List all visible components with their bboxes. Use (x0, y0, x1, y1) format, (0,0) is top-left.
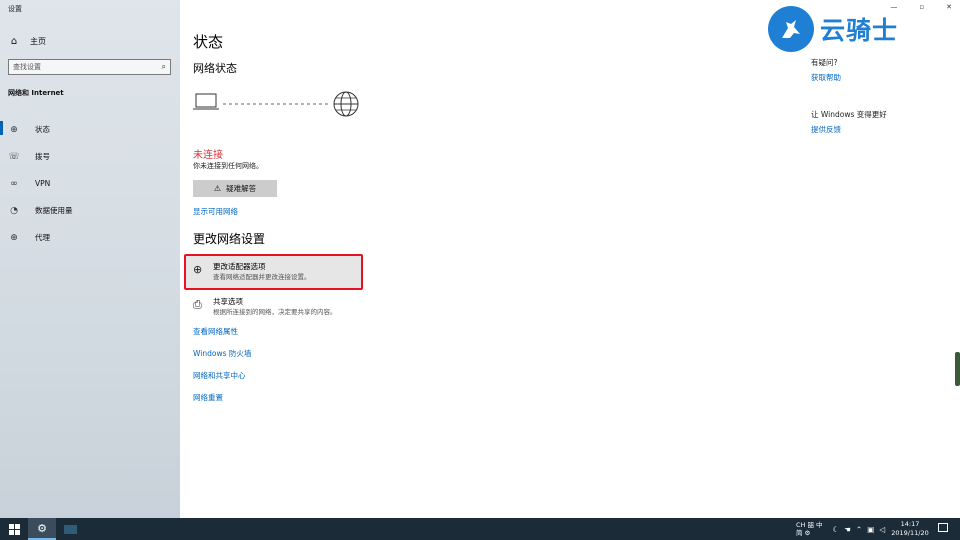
sidebar-item-proxy[interactable]: ⊕ 代理 (0, 224, 180, 251)
moon-icon[interactable]: ☾ (832, 525, 839, 534)
ime-cn: 中 (815, 521, 823, 529)
hand-icon[interactable]: ☚ (844, 525, 851, 534)
watermark-text: 云骑士 (820, 16, 899, 45)
ime-settings-icon: ⚙ (804, 529, 811, 537)
globe-icon (333, 91, 359, 117)
knight-logo-icon (768, 6, 814, 52)
home-label: 主页 (30, 36, 46, 46)
sharing-center-link[interactable]: 网络和共享中心 (193, 370, 246, 381)
ime-simplified: 简 (796, 529, 803, 537)
data-usage-icon: ◔ (10, 205, 18, 216)
ime-mode: 㗊 (807, 521, 814, 529)
section-label: 网络和 Internet (8, 89, 64, 97)
nav-list: ⊕ 状态 ☏ 拨号 ∞ VPN ◔ 数据使用量 ⊕ 代理 (0, 116, 180, 251)
window-title: 设置 (8, 5, 22, 13)
home-icon: ⌂ (10, 35, 18, 47)
system-tray: CH 㗊 中 简 ⚙ ☾ ☚ ⌃ ▣ ◁ (796, 518, 885, 540)
gear-icon: ⚙ (37, 521, 47, 535)
clock-date: 2019/11/20 (891, 529, 929, 537)
globe-status-icon: ⊕ (10, 124, 18, 135)
feedback-link[interactable]: 提供反馈 (811, 124, 841, 135)
window-controls: — ▫ ✕ (890, 3, 952, 11)
search-icon[interactable]: ⌕ (162, 62, 166, 72)
scrollbar-thumb[interactable] (955, 352, 960, 386)
chevron-up-icon[interactable]: ⌃ (856, 525, 862, 534)
change-settings-heading: 更改网络设置 (193, 232, 266, 246)
proxy-globe-icon: ⊕ (10, 232, 18, 243)
get-help-link[interactable]: 获取帮助 (811, 72, 841, 83)
volume-icon[interactable]: ◁ (879, 525, 885, 534)
laptop-icon (193, 93, 219, 110)
taskbar-clock[interactable]: 14:17 2019/11/20 (888, 520, 932, 538)
share-printer-icon: ⎙ (193, 298, 202, 311)
option-sharing[interactable]: ⎙ 共享选项 根据所连接到的网络，决定要共享的内容。 (185, 291, 362, 325)
network-reset-link[interactable]: 网络重置 (193, 392, 223, 403)
option-desc: 根据所连接到的网络，决定要共享的内容。 (213, 308, 337, 316)
sidebar-item-label: 拨号 (35, 152, 50, 161)
close-icon[interactable]: ✕ (946, 3, 952, 11)
firewall-link[interactable]: Windows 防火墙 (193, 348, 251, 359)
sidebar-item-label: 代理 (35, 233, 50, 242)
option-title: 共享选项 (213, 297, 243, 306)
tray-icons: ☾ ☚ ⌃ ▣ ◁ (832, 525, 885, 534)
watermark-logo: 云骑士 (768, 6, 898, 52)
connection-status-desc: 你未连接到任何网络。 (193, 162, 263, 170)
sidebar-item-label: VPN (35, 179, 51, 188)
ime-indicator[interactable]: CH 㗊 中 简 ⚙ (796, 521, 822, 537)
ime-lang: CH (796, 521, 806, 529)
sidebar-home[interactable]: ⌂ 主页 (8, 33, 46, 49)
network-disconnected-icon[interactable]: ▣ (867, 525, 874, 534)
connection-status: 未连接 (193, 150, 223, 161)
start-button[interactable] (0, 518, 28, 540)
feedback-label: 让 Windows 变得更好 (811, 110, 887, 119)
taskbar-app[interactable] (56, 518, 84, 540)
show-networks-link[interactable]: 显示可用网络 (193, 206, 238, 217)
app-window-icon (63, 524, 77, 534)
troubleshoot-button[interactable]: ⚠ 疑难解答 (193, 180, 277, 197)
notification-icon[interactable] (938, 523, 948, 532)
search-input[interactable] (13, 63, 143, 71)
highlight-annotation (184, 254, 363, 290)
taskbar: ⚙ CH 㗊 中 简 ⚙ ☾ ☚ ⌃ ▣ ◁ 14:17 2019/11/20 (0, 518, 960, 540)
sidebar-item-data-usage[interactable]: ◔ 数据使用量 (0, 197, 180, 224)
sidebar-item-status[interactable]: ⊕ 状态 (0, 116, 180, 143)
page-title: 状态 (193, 33, 224, 51)
warning-icon: ⚠ (213, 184, 222, 193)
troubleshoot-label: 疑难解答 (226, 184, 257, 193)
search-box[interactable]: ⌕ (8, 59, 171, 75)
maximize-icon[interactable]: ▫ (919, 3, 924, 11)
question-label: 有疑问? (811, 58, 838, 67)
sidebar-item-dialup[interactable]: ☏ 拨号 (0, 143, 180, 170)
dialup-icon: ☏ (8, 151, 20, 162)
network-status-heading: 网络状态 (193, 62, 237, 75)
clock-time: 14:17 (900, 520, 920, 528)
sidebar: 设置 ⌂ 主页 ⌕ 网络和 Internet ⊕ 状态 ☏ 拨号 ∞ VPN ◔… (0, 0, 180, 518)
windows-logo-icon (8, 523, 20, 535)
taskbar-settings-app[interactable]: ⚙ (28, 518, 56, 540)
sidebar-item-label: 数据使用量 (35, 206, 73, 215)
sidebar-item-vpn[interactable]: ∞ VPN (0, 170, 180, 197)
network-diagram (193, 91, 359, 117)
vpn-icon: ∞ (10, 178, 18, 189)
sidebar-item-label: 状态 (35, 125, 50, 134)
network-properties-link[interactable]: 查看网络属性 (193, 326, 238, 337)
